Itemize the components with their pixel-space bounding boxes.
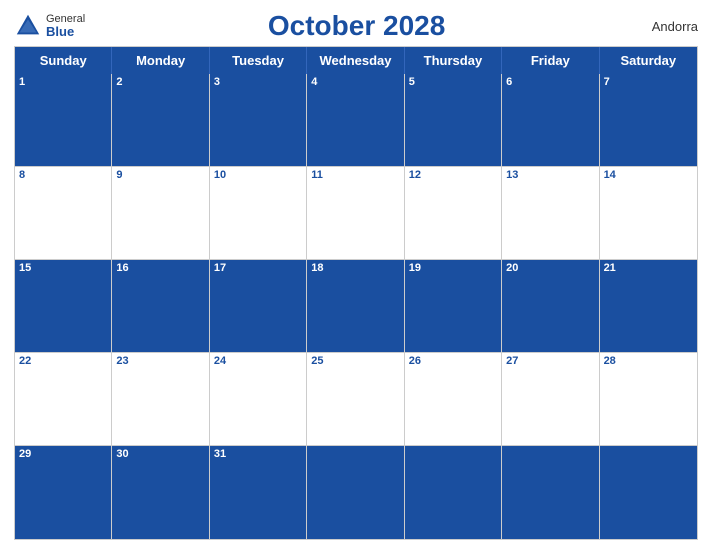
table-row: 7: [600, 74, 697, 167]
table-row: 3: [210, 74, 307, 167]
header-thursday: Thursday: [405, 47, 502, 74]
table-row: 17: [210, 260, 307, 353]
country-label: Andorra: [628, 19, 698, 34]
table-row: [307, 446, 404, 539]
table-row: 9: [112, 167, 209, 260]
table-row: 28: [600, 353, 697, 446]
table-row: 1: [15, 74, 112, 167]
table-row: 10: [210, 167, 307, 260]
table-row: 29: [15, 446, 112, 539]
table-row: 21: [600, 260, 697, 353]
header-tuesday: Tuesday: [210, 47, 307, 74]
table-row: 4: [307, 74, 404, 167]
table-row: 5: [405, 74, 502, 167]
header-monday: Monday: [112, 47, 209, 74]
day-headers: Sunday Monday Tuesday Wednesday Thursday…: [15, 47, 697, 74]
header-wednesday: Wednesday: [307, 47, 404, 74]
month-title: October 2028: [85, 10, 628, 42]
table-row: 26: [405, 353, 502, 446]
table-row: 11: [307, 167, 404, 260]
table-row: 6: [502, 74, 599, 167]
table-row: 31: [210, 446, 307, 539]
header-saturday: Saturday: [600, 47, 697, 74]
table-row: 13: [502, 167, 599, 260]
table-row: 27: [502, 353, 599, 446]
table-row: 8: [15, 167, 112, 260]
logo-area: General Blue: [14, 12, 85, 40]
table-row: 15: [15, 260, 112, 353]
table-row: 24: [210, 353, 307, 446]
logo-text: General Blue: [46, 14, 85, 38]
table-row: 2: [112, 74, 209, 167]
table-row: 25: [307, 353, 404, 446]
table-row: 22: [15, 353, 112, 446]
calendar-grid: 1 2 3 4 5 6 7 8 9 10 11 12 13 14 15 16 1…: [15, 74, 697, 539]
table-row: [502, 446, 599, 539]
header-sunday: Sunday: [15, 47, 112, 74]
table-row: [600, 446, 697, 539]
table-row: 20: [502, 260, 599, 353]
generalblue-logo-icon: [14, 12, 42, 40]
calendar: Sunday Monday Tuesday Wednesday Thursday…: [14, 46, 698, 540]
logo-blue-label: Blue: [46, 25, 85, 38]
table-row: 18: [307, 260, 404, 353]
table-row: 30: [112, 446, 209, 539]
table-row: 23: [112, 353, 209, 446]
table-row: 14: [600, 167, 697, 260]
table-row: 19: [405, 260, 502, 353]
table-row: 16: [112, 260, 209, 353]
table-row: [405, 446, 502, 539]
top-bar: General Blue October 2028 Andorra: [14, 10, 698, 42]
table-row: 12: [405, 167, 502, 260]
header-friday: Friday: [502, 47, 599, 74]
